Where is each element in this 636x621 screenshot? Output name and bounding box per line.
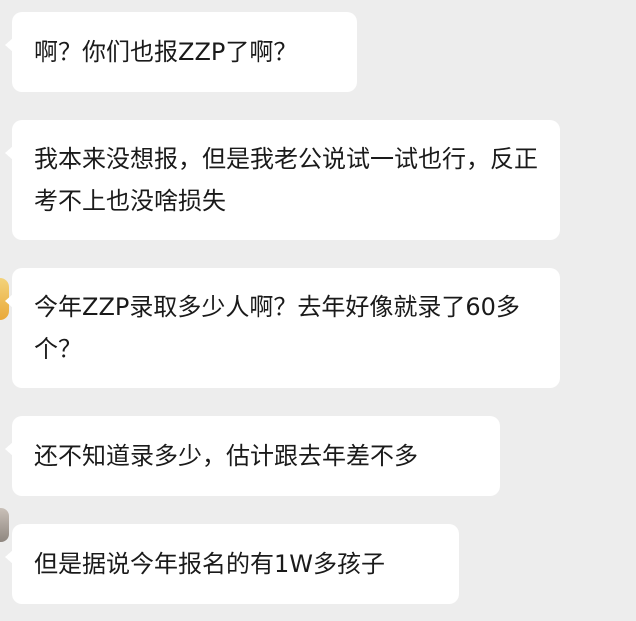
message-bubble[interactable]: 还不知道录多少，估计跟去年差不多 — [5, 416, 500, 496]
message-text: 还不知道录多少，估计跟去年差不多 — [34, 442, 418, 470]
message-bubble[interactable]: 但是据说今年报名的有1W多孩子 — [5, 524, 459, 604]
message-text: 但是据说今年报名的有1W多孩子 — [34, 550, 385, 578]
message-bubble[interactable]: 我本来没想报，但是我老公说试一试也行，反正考不上也没啥损失 — [5, 120, 560, 240]
message-text: 我本来没想报，但是我老公说试一试也行，反正考不上也没啥损失 — [34, 145, 538, 215]
message-bubble[interactable]: 今年ZZP录取多少人啊？去年好像就录了60多个？ — [5, 268, 560, 388]
message-text: 啊？你们也报ZZP了啊？ — [34, 38, 298, 66]
avatar[interactable] — [0, 508, 9, 542]
message-text: 今年ZZP录取多少人啊？去年好像就录了60多个？ — [34, 293, 520, 363]
message-bubble[interactable]: 啊？你们也报ZZP了啊？ — [5, 12, 357, 92]
